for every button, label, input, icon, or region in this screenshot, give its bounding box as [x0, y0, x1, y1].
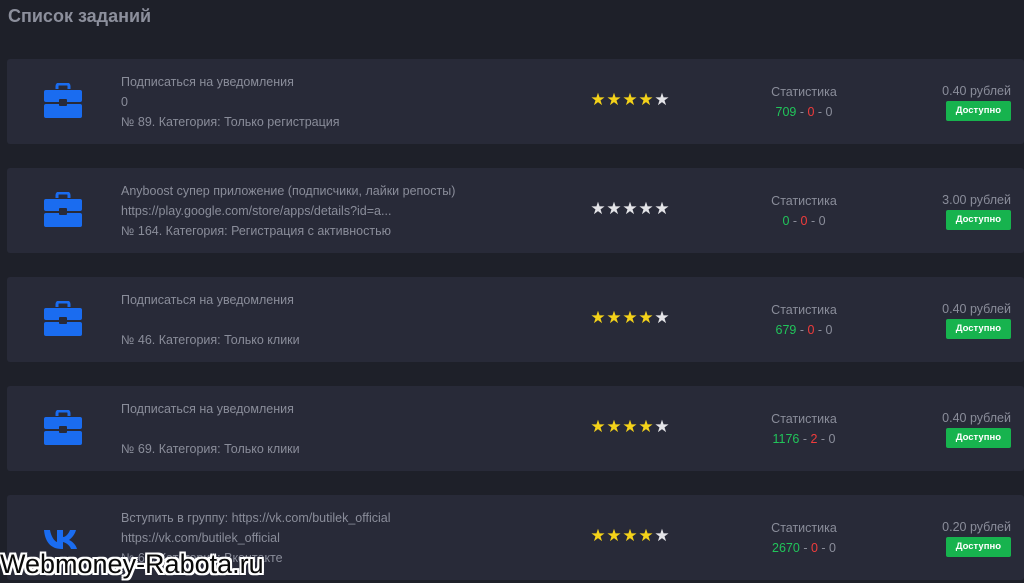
star-empty-icon: ★ — [654, 90, 670, 109]
task-title[interactable]: Anyboost супер приложение (подписчики, л… — [121, 181, 561, 201]
price-block: 3.00 рублей Доступно — [901, 191, 1011, 230]
star-filled-icon: ★ — [606, 526, 622, 545]
task-price: 0.20 рублей — [942, 520, 1011, 534]
stat-rejected: 0 — [810, 541, 818, 555]
star-filled-icon: ★ — [638, 417, 654, 436]
briefcase-icon — [43, 82, 83, 119]
task-subtitle: 0 — [121, 95, 128, 109]
task-price: 3.00 рублей — [942, 193, 1011, 207]
task-meta: № 69. Категория: Только клики — [121, 442, 300, 456]
star-filled-icon: ★ — [638, 308, 654, 327]
stats-label: Статистика — [771, 412, 837, 426]
star-empty-icon: ★ — [590, 199, 606, 218]
briefcase-icon — [43, 191, 83, 228]
task-info: Anyboost супер приложение (подписчики, л… — [121, 181, 561, 241]
task-list-page: Список заданий Подписаться на уведомлени… — [0, 0, 1024, 583]
stat-pending: 0 — [825, 105, 833, 119]
task-subtitle — [121, 419, 561, 439]
task-meta: № 89. Категория: Только регистрация — [121, 115, 340, 129]
star-filled-icon: ★ — [606, 308, 622, 327]
task-stats: Статистика 2670 - 0 - 0 — [744, 518, 864, 558]
star-filled-icon: ★ — [622, 526, 638, 545]
task-card[interactable]: Подписаться на уведомления № 69. Категор… — [7, 386, 1024, 471]
task-price: 0.40 рублей — [942, 411, 1011, 425]
stat-pending: 0 — [828, 432, 836, 446]
task-price: 0.40 рублей — [942, 302, 1011, 316]
task-title[interactable]: Подписаться на уведомления — [121, 72, 561, 92]
star-filled-icon: ★ — [622, 417, 638, 436]
stat-pending: 0 — [818, 214, 826, 228]
task-title[interactable]: Вступить в группу: https://vk.com/butile… — [121, 508, 561, 528]
available-button[interactable]: Доступно — [945, 101, 1011, 121]
star-filled-icon: ★ — [590, 90, 606, 109]
task-rating: ★★★★★ — [590, 199, 670, 219]
briefcase-icon — [43, 300, 83, 337]
star-filled-icon: ★ — [590, 417, 606, 436]
task-title[interactable]: Подписаться на уведомления — [121, 399, 561, 419]
stat-pending: 0 — [825, 323, 833, 337]
task-subtitle: https://play.google.com/store/apps/detai… — [121, 204, 392, 218]
available-button[interactable]: Доступно — [945, 319, 1011, 339]
task-meta: № 46. Категория: Только клики — [121, 333, 300, 347]
star-empty-icon: ★ — [654, 199, 670, 218]
star-empty-icon: ★ — [654, 308, 670, 327]
task-rating: ★★★★★ — [590, 90, 670, 110]
stat-done: 2670 — [772, 541, 800, 555]
price-block: 0.20 рублей Доступно — [901, 518, 1011, 557]
task-subtitle: https://vk.com/butilek_official — [121, 531, 280, 545]
price-block: 0.40 рублей Доступно — [901, 300, 1011, 339]
task-rating: ★★★★★ — [590, 417, 670, 437]
star-filled-icon: ★ — [622, 308, 638, 327]
stats-label: Статистика — [771, 194, 837, 208]
available-button[interactable]: Доступно — [945, 537, 1011, 557]
task-info: Подписаться на уведомления № 69. Категор… — [121, 399, 561, 459]
briefcase-icon — [43, 409, 83, 446]
star-filled-icon: ★ — [606, 417, 622, 436]
stats-label: Статистика — [771, 303, 837, 317]
available-button[interactable]: Доступно — [945, 428, 1011, 448]
task-price: 0.40 рублей — [942, 84, 1011, 98]
task-meta: № 164. Категория: Регистрация с активнос… — [121, 224, 391, 238]
task-card[interactable]: Подписаться на уведомления 0 № 89. Катег… — [7, 59, 1024, 144]
price-block: 0.40 рублей Доступно — [901, 82, 1011, 121]
task-card[interactable]: Подписаться на уведомления № 46. Категор… — [7, 277, 1024, 362]
task-rating: ★★★★★ — [590, 526, 670, 546]
star-empty-icon: ★ — [654, 526, 670, 545]
task-stats: Статистика 709 - 0 - 0 — [744, 82, 864, 122]
available-button[interactable]: Доступно — [945, 210, 1011, 230]
star-filled-icon: ★ — [638, 90, 654, 109]
star-filled-icon: ★ — [638, 526, 654, 545]
stats-values: 2670 - 0 - 0 — [772, 541, 836, 555]
stat-done: 709 — [775, 105, 797, 119]
stat-pending: 0 — [829, 541, 836, 555]
star-filled-icon: ★ — [590, 526, 606, 545]
stats-values: 0 - 0 - 0 — [782, 214, 826, 228]
stats-values: 679 - 0 - 0 — [775, 323, 833, 337]
watermark: Webmoney-Rabota.ru — [0, 549, 264, 579]
star-empty-icon: ★ — [654, 417, 670, 436]
task-info: Подписаться на уведомления 0 № 89. Катег… — [121, 72, 561, 132]
stats-label: Статистика — [771, 85, 837, 99]
star-filled-icon: ★ — [622, 90, 638, 109]
task-title[interactable]: Подписаться на уведомления — [121, 290, 561, 310]
task-info: Подписаться на уведомления № 46. Категор… — [121, 290, 561, 350]
star-empty-icon: ★ — [622, 199, 638, 218]
stats-values: 1176 - 2 - 0 — [772, 432, 836, 446]
task-subtitle — [121, 310, 561, 330]
stats-values: 709 - 0 - 0 — [775, 105, 833, 119]
star-empty-icon: ★ — [606, 199, 622, 218]
task-card[interactable]: Anyboost супер приложение (подписчики, л… — [7, 168, 1024, 253]
task-stats: Статистика 679 - 0 - 0 — [744, 300, 864, 340]
price-block: 0.40 рублей Доступно — [901, 409, 1011, 448]
star-filled-icon: ★ — [590, 308, 606, 327]
task-stats: Статистика 0 - 0 - 0 — [744, 191, 864, 231]
task-rating: ★★★★★ — [590, 308, 670, 328]
task-stats: Статистика 1176 - 2 - 0 — [744, 409, 864, 449]
stats-label: Статистика — [771, 521, 837, 535]
page-title: Список заданий — [8, 6, 152, 26]
stat-done: 1176 — [772, 432, 800, 446]
star-filled-icon: ★ — [606, 90, 622, 109]
stat-done: 679 — [775, 323, 797, 337]
star-empty-icon: ★ — [638, 199, 654, 218]
